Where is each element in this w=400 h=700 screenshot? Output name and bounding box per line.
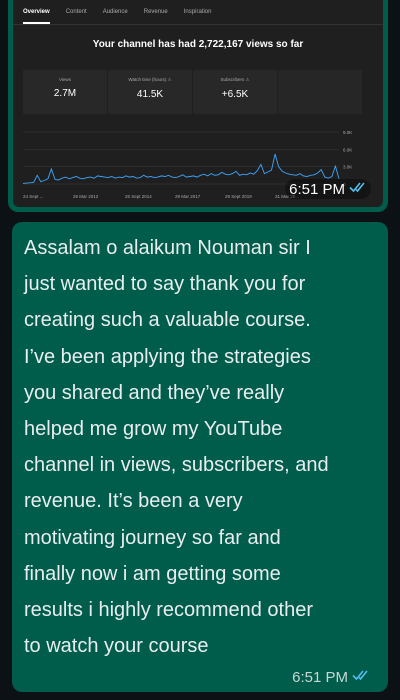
text-message-bubble[interactable]: Assalam o alaikum Nouman sir I just want… <box>12 222 388 692</box>
text-message-meta: 6:51 PM <box>292 668 370 686</box>
metric-card-views: Views 2.7M <box>23 70 108 114</box>
y-tick-label: 9.0K <box>343 130 352 135</box>
metric-label: Subscribers ⚠ <box>220 77 250 82</box>
double-check-icon <box>349 180 367 198</box>
image-message-bubble[interactable]: Overview Content Audience Revenue Inspir… <box>8 0 388 212</box>
metric-card-watch-time: Watch time (hours) ⚠ 41.5K <box>108 70 193 114</box>
double-check-icon <box>352 668 370 686</box>
message-time: 6:51 PM <box>292 668 348 686</box>
x-tick-label: 24 Sept ... <box>23 194 44 199</box>
analytics-screenshot-image[interactable]: Overview Content Audience Revenue Inspir… <box>13 0 383 207</box>
tab-overview: Overview <box>23 0 50 24</box>
tab-revenue: Revenue <box>143 9 168 15</box>
analytics-tab-bar: Overview Content Audience Revenue Inspir… <box>13 0 383 25</box>
message-text: Assalam o alaikum Nouman sir I just want… <box>24 237 329 658</box>
tab-content: Content <box>65 9 87 15</box>
metric-value: +6.5K <box>221 89 249 100</box>
message-time: 6:51 PM <box>289 180 345 198</box>
x-tick-label: 29 Mar 2017 <box>175 194 201 199</box>
y-tick-label: 3.0K <box>343 165 352 170</box>
metric-value: 2.7M <box>53 88 77 99</box>
x-tick-label: 26 Mar 2012 <box>73 194 99 199</box>
tab-inspiration: Inspiration <box>183 9 212 15</box>
metrics-row: Views 2.7M Watch time (hours) ⚠ 41.5K Su… <box>23 70 363 114</box>
metric-label: Views <box>59 77 71 82</box>
image-message-meta: 6:51 PM <box>285 179 371 199</box>
channel-views-headline: Your channel has had 2,722,167 views so … <box>92 39 304 50</box>
metric-card-subscribers: Subscribers ⚠ +6.5K <box>193 70 278 114</box>
metric-value: 41.5K <box>136 89 164 100</box>
x-tick-label: 26 Sept 2014 <box>125 194 152 199</box>
metric-card-empty <box>278 70 363 114</box>
x-tick-label: 29 Sept 2019 <box>225 194 252 199</box>
y-tick-label: 6.0K <box>343 147 352 152</box>
metric-label: Watch time (hours) ⚠ <box>128 77 172 82</box>
tab-audience: Audience <box>102 9 128 15</box>
